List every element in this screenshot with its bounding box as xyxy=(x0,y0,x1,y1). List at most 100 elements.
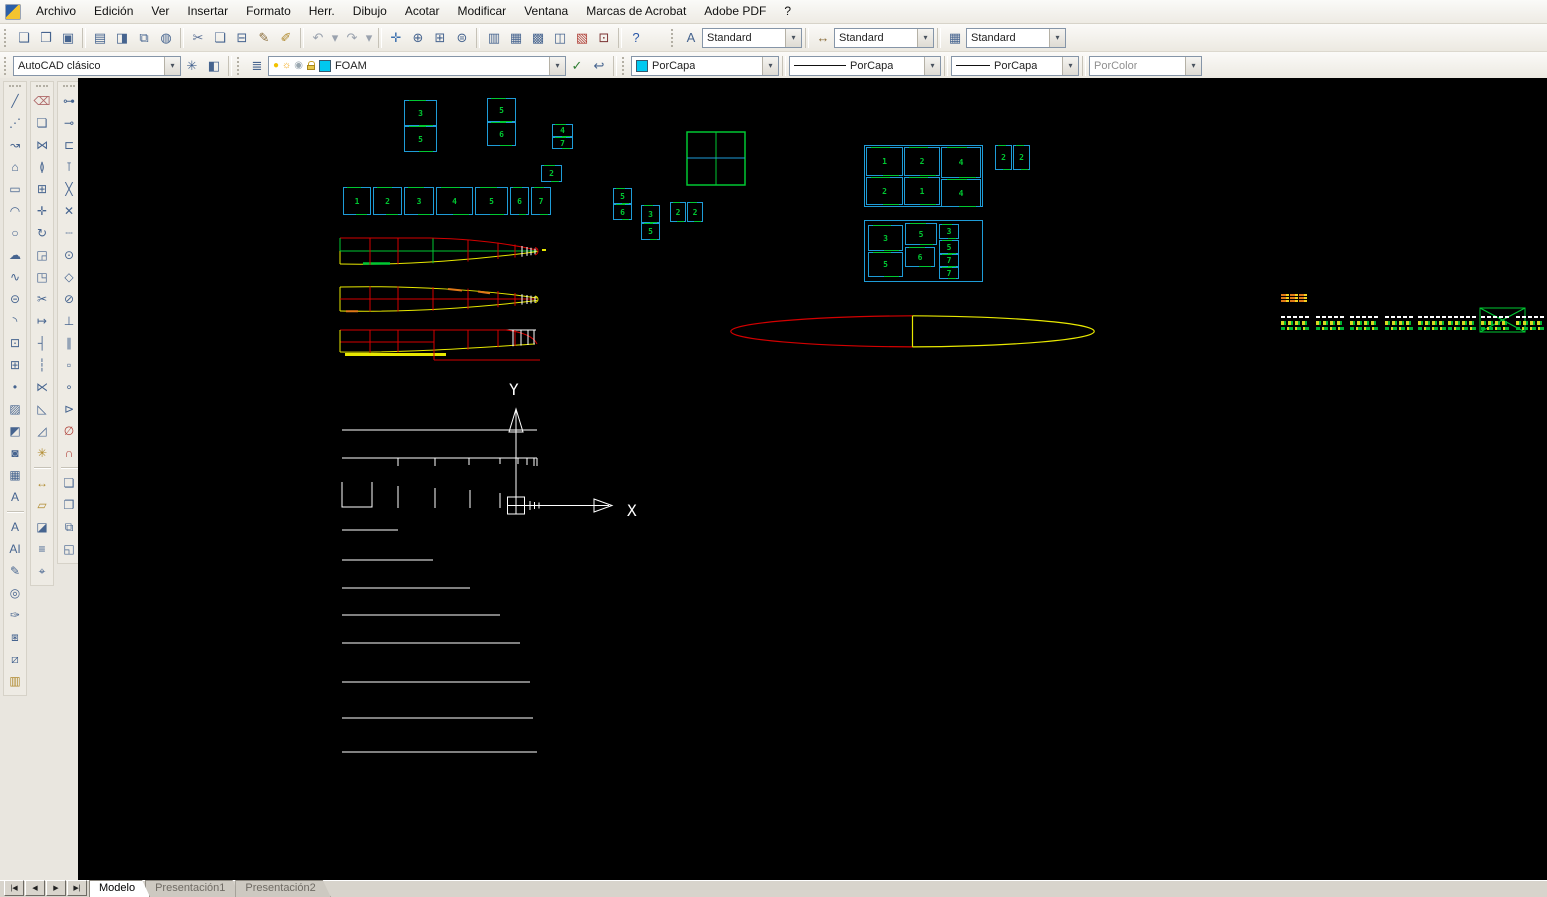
styles-toolbar-grip[interactable] xyxy=(671,29,676,47)
part-thumb-1[interactable] xyxy=(1281,316,1309,330)
chevron-down-icon[interactable]: ▾ xyxy=(917,29,933,47)
dim-style-button[interactable]: ↔ xyxy=(812,27,834,49)
bring-to-front-button[interactable]: ❏ xyxy=(58,472,80,494)
save-button[interactable]: ▣ xyxy=(57,27,79,49)
layer-on-bulb[interactable]: ● xyxy=(273,60,279,71)
cut-button[interactable]: ✂ xyxy=(187,27,209,49)
cad-part-box[interactable]: 7 xyxy=(531,187,551,215)
publish-button[interactable]: ⧉ xyxy=(133,27,155,49)
menu-insertar[interactable]: Insertar xyxy=(178,1,237,22)
menu-?[interactable]: ? xyxy=(775,1,800,22)
measure-distance-button[interactable]: ↔ xyxy=(31,472,53,494)
snap-node-button[interactable]: ∘ xyxy=(58,376,80,398)
region-button[interactable]: ◙ xyxy=(4,442,26,464)
move-button[interactable]: ✛ xyxy=(31,200,53,222)
cad-part-box[interactable]: 5 xyxy=(475,187,508,215)
last-layout-button[interactable]: ▶| xyxy=(67,880,87,896)
layer-combo[interactable]: ●☼◉ FOAM ▾ xyxy=(268,56,566,76)
snap-none-button[interactable]: ∅ xyxy=(58,420,80,442)
cad-part-box[interactable]: 3 xyxy=(404,187,434,215)
open-button[interactable]: ❒ xyxy=(35,27,57,49)
layer-freeze-sun[interactable]: ☼ xyxy=(282,60,291,71)
scale-button[interactable]: ◲ xyxy=(31,244,53,266)
rotate-button[interactable]: ↻ xyxy=(31,222,53,244)
workspaces-toolbar-grip[interactable] xyxy=(4,57,9,75)
locate-point-button[interactable]: ⌖ xyxy=(31,560,53,582)
cad-part-box[interactable]: 6 xyxy=(613,204,632,220)
fuselage-profile[interactable] xyxy=(731,316,1094,347)
plot-button[interactable]: ▤ xyxy=(89,27,111,49)
make-object-layer-current-button[interactable]: ✓ xyxy=(566,55,588,77)
markup-set-manager-button[interactable]: ▧ xyxy=(571,27,593,49)
send-to-back-button[interactable]: ❐ xyxy=(58,494,80,516)
color-combo[interactable]: PorCapa ▾ xyxy=(631,56,779,76)
cad-part-box[interactable]: 3 xyxy=(939,224,959,239)
tab-modelo[interactable]: Modelo xyxy=(89,880,150,897)
measure-area-button[interactable]: ▱ xyxy=(31,494,53,516)
chevron-down-icon[interactable]: ▾ xyxy=(1062,57,1078,75)
convert-distance-button[interactable]: ▥ xyxy=(4,670,26,692)
layer-previous-button[interactable]: ↩ xyxy=(588,55,610,77)
new-button[interactable]: ❑ xyxy=(13,27,35,49)
copy-button[interactable]: ❏ xyxy=(209,27,231,49)
snap-parallel-button[interactable]: ∥ xyxy=(58,332,80,354)
break-at-point-button[interactable]: ┤ xyxy=(31,332,53,354)
edit-text-button[interactable]: ✎ xyxy=(4,560,26,582)
cad-part-box[interactable]: 7 xyxy=(552,137,573,149)
table-button[interactable]: ▦ xyxy=(4,464,26,486)
stretch-button[interactable]: ◳ xyxy=(31,266,53,288)
sheetset-manager-button[interactable]: ◫ xyxy=(549,27,571,49)
part-thumb-8[interactable] xyxy=(1516,316,1544,330)
cad-part-box[interactable]: 4 xyxy=(552,124,573,137)
menu-ver[interactable]: Ver xyxy=(142,1,178,22)
spline-button[interactable]: ∿ xyxy=(4,266,26,288)
chevron-down-icon[interactable]: ▾ xyxy=(924,57,940,75)
ellipse-button[interactable]: ⊝ xyxy=(4,288,26,310)
redo-button[interactable]: ↷ xyxy=(341,27,363,49)
send-under-objects-button[interactable]: ◱ xyxy=(58,538,80,560)
chevron-down-icon[interactable]: ▾ xyxy=(785,29,801,47)
gradient-button[interactable]: ◩ xyxy=(4,420,26,442)
menu-formato[interactable]: Formato xyxy=(237,1,300,22)
mirror-button[interactable]: ⋈ xyxy=(31,134,53,156)
polygon-button[interactable]: ⌂ xyxy=(4,156,26,178)
green-grid-2x2[interactable] xyxy=(687,132,745,185)
cad-part-box[interactable]: 5 xyxy=(905,223,937,245)
linetype-combo[interactable]: PorCapa ▾ xyxy=(789,56,941,76)
scale-text-button[interactable]: ⧆ xyxy=(4,626,26,648)
workspace-combo[interactable]: AutoCAD clásico ▾ xyxy=(13,56,181,76)
break-button[interactable]: ┆ xyxy=(31,354,53,376)
single-line-text-button[interactable]: AI xyxy=(4,538,26,560)
zoom-previous-button[interactable]: ⊜ xyxy=(451,27,473,49)
orange-part-thumb[interactable] xyxy=(1281,294,1307,302)
snap-center-button[interactable]: ⊙ xyxy=(58,244,80,266)
dim-style-combo[interactable]: Standard ▾ xyxy=(834,28,934,48)
menu-herr-[interactable]: Herr. xyxy=(300,1,344,22)
extend-button[interactable]: ↦ xyxy=(31,310,53,332)
layer-properties-button[interactable]: ≣ xyxy=(246,55,268,77)
part-thumb-2[interactable] xyxy=(1316,316,1344,330)
cad-part-box[interactable]: 5 xyxy=(641,223,660,240)
cad-part-box[interactable]: 1 xyxy=(904,177,940,205)
cad-part-box[interactable]: 2 xyxy=(373,187,402,215)
chevron-down-icon[interactable]: ▾ xyxy=(762,57,778,75)
circle-button[interactable]: ○ xyxy=(4,222,26,244)
cad-part-box[interactable]: 7 xyxy=(939,254,959,267)
tab-presentaci-n1[interactable]: Presentación1 xyxy=(145,880,240,897)
menu-archivo[interactable]: Archivo xyxy=(27,1,85,22)
properties-toolbar-grip[interactable] xyxy=(622,57,627,75)
part-thumb-4[interactable] xyxy=(1385,316,1413,330)
designcenter-button[interactable]: ▦ xyxy=(505,27,527,49)
workspace-settings-button[interactable]: ✳ xyxy=(181,55,203,77)
cad-part-box[interactable]: 7 xyxy=(939,267,959,279)
cad-part-box[interactable]: 1 xyxy=(866,147,903,176)
revision-cloud-button[interactable]: ☁ xyxy=(4,244,26,266)
text-style-button[interactable]: A xyxy=(680,27,702,49)
menu-acotar[interactable]: Acotar xyxy=(396,1,449,22)
text-style-combo[interactable]: Standard ▾ xyxy=(702,28,802,48)
toolbar-grip[interactable] xyxy=(4,29,9,47)
cad-part-box[interactable]: 4 xyxy=(941,179,981,207)
offset-button[interactable]: ≬ xyxy=(31,156,53,178)
layers-toolbar-grip[interactable] xyxy=(237,57,242,75)
wing-panel-2[interactable] xyxy=(340,286,538,311)
